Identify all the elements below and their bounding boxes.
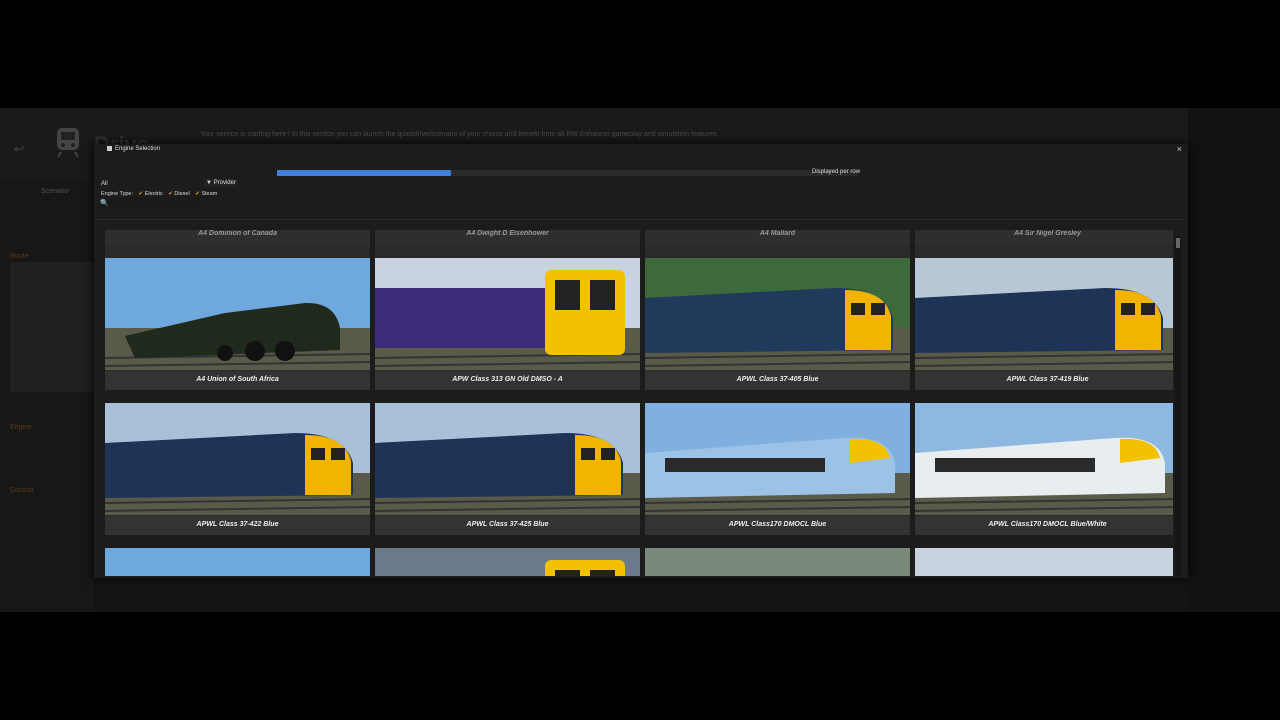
engine-selection-dialog: Engine Selection × Displayed per row All… xyxy=(94,144,1188,578)
engine-card-label: APWL Class 37-419 Blue xyxy=(915,371,1173,390)
engine-card[interactable]: APWL Class 37-419 Blue xyxy=(915,258,1173,390)
engine-thumbnail xyxy=(645,258,910,370)
engine-card-label: APWL Class170 DMOCL Blue/White xyxy=(915,516,1173,535)
per-row-slider[interactable] xyxy=(277,170,857,176)
engine-thumbnail xyxy=(375,258,640,370)
divider xyxy=(98,219,1184,220)
engine-thumbnail xyxy=(105,548,370,576)
right-panel xyxy=(1188,108,1280,612)
electric-label: Electric xyxy=(144,191,163,197)
train-icon xyxy=(57,128,79,158)
engine-card[interactable]: A4 Union of South Africa xyxy=(105,258,370,390)
engine-card-label: APWL Class 37-422 Blue xyxy=(105,516,370,535)
close-icon[interactable]: × xyxy=(1177,144,1182,154)
engine-card[interactable]: APWL Class 37-422 Blue xyxy=(105,403,370,535)
engine-icon xyxy=(107,146,112,151)
engine-card-label: APWL Class 37-405 Blue xyxy=(645,371,910,390)
engine-card[interactable] xyxy=(915,548,1173,576)
engine-card-label: A4 Union of South Africa xyxy=(105,371,370,390)
search-icon: 🔍 xyxy=(100,200,109,207)
sidebar: Scenario Route Engine Consist xyxy=(0,180,94,612)
sidebar-item-consist[interactable]: Consist xyxy=(10,487,33,494)
engine-card[interactable]: APWL Class170 DMOCL Blue/White xyxy=(915,403,1173,535)
engine-type-filter: Engine Type: ✔ Electric ✔ Diesel ✔ Steam xyxy=(101,191,217,197)
engine-thumbnail xyxy=(645,403,910,515)
engine-thumbnail xyxy=(375,548,640,576)
engine-thumbnail xyxy=(915,403,1173,515)
engine-thumbnail xyxy=(375,403,640,515)
engine-thumbnail xyxy=(105,258,370,370)
engine-card[interactable]: APWL Class 37-425 Blue xyxy=(375,403,640,535)
electric-checkbox[interactable]: ✔ xyxy=(139,191,144,197)
engine-card[interactable] xyxy=(375,548,640,576)
engine-card[interactable] xyxy=(645,548,910,576)
engine-card-label: A4 Sir Nigel Gresley xyxy=(915,230,1173,245)
grid-scrollbar[interactable] xyxy=(1175,236,1181,576)
filter-all-dropdown[interactable]: All xyxy=(101,181,108,187)
diesel-checkbox[interactable]: ✔ xyxy=(168,191,173,197)
banner-text: Your service is starting here ! In this … xyxy=(200,131,719,138)
engine-card[interactable]: APWL Class 37-405 Blue xyxy=(645,258,910,390)
engine-card-label: APW Class 313 GN Old DMSO - A xyxy=(375,371,640,390)
steam-checkbox[interactable]: ✔ xyxy=(195,191,200,197)
search-input[interactable]: 🔍 xyxy=(98,198,200,208)
displayed-per-row-label: Displayed per row xyxy=(812,169,861,175)
engine-card-label: A4 Mallard xyxy=(645,230,910,245)
engine-card-label: A4 Dominion of Canada xyxy=(105,230,370,245)
sidebar-item-route[interactable]: Route xyxy=(10,253,29,260)
engine-card-label: A4 Dwight D Eisenhower xyxy=(375,230,640,245)
engine-type-label: Engine Type: xyxy=(101,191,134,197)
scroll-thumb[interactable] xyxy=(1176,238,1180,248)
sidebar-item-scenario[interactable]: Scenario xyxy=(41,188,69,195)
engine-thumbnail xyxy=(915,548,1173,576)
engine-card-label: APWL Class 37-425 Blue xyxy=(375,516,640,535)
engine-card-label: APWL Class170 DMOCL Blue xyxy=(645,516,910,535)
dialog-title: Engine Selection xyxy=(107,146,160,152)
slider-fill xyxy=(277,170,451,176)
engine-thumbnail xyxy=(645,548,910,576)
back-button[interactable]: ↩ xyxy=(14,142,24,156)
engine-thumbnail xyxy=(915,258,1173,370)
diesel-label: Diesel xyxy=(174,191,190,197)
engine-grid: A4 Dominion of Canada A4 Dwight D Eisenho… xyxy=(105,230,1173,576)
engine-card[interactable]: APW Class 313 GN Old DMSO - A xyxy=(375,258,640,390)
engine-card[interactable]: APWL Class170 DMOCL Blue xyxy=(645,403,910,535)
route-preview xyxy=(10,262,94,392)
engine-thumbnail xyxy=(105,403,370,515)
steam-label: Steam xyxy=(201,191,218,197)
engine-card[interactable] xyxy=(105,548,370,576)
provider-dropdown[interactable]: ▼ Provider xyxy=(204,179,238,187)
sidebar-item-engine[interactable]: Engine xyxy=(10,424,32,431)
provider-label: Provider xyxy=(213,180,236,186)
dialog-title-text: Engine Selection xyxy=(115,146,161,153)
